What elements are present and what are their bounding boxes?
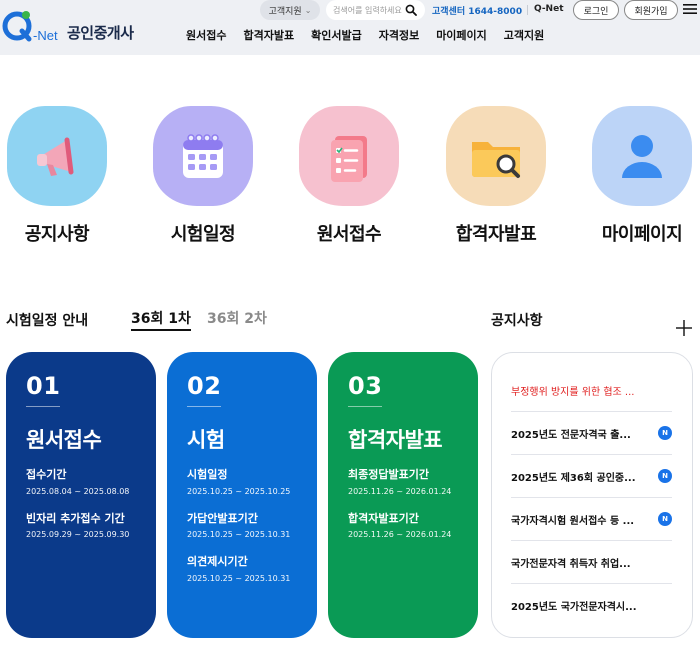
quick-item-schedule[interactable]: 시험일정 xyxy=(143,106,263,246)
nav-item-results[interactable]: 합격자발표 xyxy=(243,27,294,43)
card-item-label: 최종정답발표기간 xyxy=(348,468,429,481)
notice-text: 2025년도 국가전문자격시... xyxy=(511,602,637,613)
notice-text: 2025년도 전문자격국 출... xyxy=(511,429,631,441)
card-item-date: 2025.10.25 ~ 2025.10.31 xyxy=(187,574,291,584)
card-divider xyxy=(187,406,221,407)
qnet-logo[interactable]: -Net xyxy=(2,6,64,48)
notice-text: 2025년도 제36회 공인중... xyxy=(511,472,636,484)
qnet-link[interactable]: Q-Net xyxy=(534,4,564,14)
card-item-label: 합격자발표기간 xyxy=(348,511,419,525)
svg-text:-Net: -Net xyxy=(33,28,58,43)
card-item-label: 의견제시기간 xyxy=(187,555,248,569)
quick-item-bg xyxy=(592,106,692,206)
card-item-date: 2025.10.25 ~ 2025.10.31 xyxy=(187,530,291,540)
quick-item-label: 마이페이지 xyxy=(601,224,683,245)
card-item-label: 접수기간 xyxy=(26,468,67,481)
quick-item-bg xyxy=(446,106,546,206)
card-item-label: 시험일정 xyxy=(187,468,228,481)
card-item-date: 2025.11.26 ~ 2026.01.24 xyxy=(348,486,452,496)
card-item-date: 2025.09.29 ~ 2025.09.30 xyxy=(26,530,130,540)
card-divider xyxy=(348,406,382,407)
chevron-down-icon: ⌄ xyxy=(304,5,312,15)
site-name[interactable]: 공인중개사 xyxy=(67,22,134,43)
tab-round-1[interactable]: 36회 1차 xyxy=(131,308,191,331)
tab-round-2[interactable]: 36회 2차 xyxy=(207,308,267,328)
quick-item-label: 시험일정 xyxy=(170,224,236,245)
card-item-date: 2025.10.25 ~ 2025.10.25 xyxy=(187,486,291,496)
new-badge: N xyxy=(658,469,672,483)
card-divider xyxy=(26,406,60,407)
schedule-title: 시험일정 안내 xyxy=(6,313,89,329)
nav-item-support[interactable]: 고객지원 xyxy=(504,27,544,43)
plus-icon[interactable] xyxy=(676,320,692,336)
notice-item[interactable]: 2025년도 전문자격국 출... N xyxy=(511,412,672,455)
quick-item-bg xyxy=(153,106,253,206)
schedule-card-results[interactable]: 03 합격자발표 최종정답발표기간 2025.11.26 ~ 2026.01.2… xyxy=(328,352,478,638)
quick-item-application[interactable]: 원서접수 xyxy=(289,106,409,246)
folder-search-icon xyxy=(472,142,520,178)
card-number: 02 xyxy=(187,372,222,400)
notice-item[interactable]: 부정행위 방지를 위한 협조 ... xyxy=(511,369,672,412)
card-title: 시험 xyxy=(187,428,225,452)
card-number: 03 xyxy=(348,372,383,400)
card-item-label: 빈자리 추가접수 기간 xyxy=(26,511,125,525)
search-box xyxy=(326,0,425,20)
notice-panel: 부정행위 방지를 위한 협조 ... 2025년도 전문자격국 출... N 2… xyxy=(491,352,693,638)
notice-item[interactable]: 국가전문자격 취득자 취업... xyxy=(511,541,672,584)
site-header: -Net 공인중개사 고객지원 ⌄ 고객센터 1644-8000 Q-Net 로… xyxy=(0,0,700,55)
nav-item-certificate[interactable]: 확인서발급 xyxy=(311,27,362,43)
megaphone-icon xyxy=(37,137,74,176)
quick-menu: 공지사항 시험일정 원서접수 합격자발표 마이페이지 xyxy=(0,106,700,256)
notice-text: 부정행위 방지를 위한 협조 ... xyxy=(511,386,635,398)
card-item-label: 가답안발표기간 xyxy=(187,511,258,525)
notice-item[interactable]: 2025년도 국가전문자격시... xyxy=(511,584,672,627)
main-nav: 원서접수 합격자발표 확인서발급 자격정보 마이페이지 고객지원 xyxy=(186,27,561,43)
quick-item-results[interactable]: 합격자발표 xyxy=(436,106,556,246)
notice-item[interactable]: 2025년도 제36회 공인중... N xyxy=(511,455,672,498)
schedule-card-exam[interactable]: 02 시험 시험일정 2025.10.25 ~ 2025.10.25 가답안발표… xyxy=(167,352,317,638)
card-number: 01 xyxy=(26,372,61,400)
quick-item-mypage[interactable]: 마이페이지 xyxy=(582,106,700,246)
card-item-date: 2025.11.26 ~ 2026.01.24 xyxy=(348,530,452,540)
login-button[interactable]: 로그인 xyxy=(573,0,619,20)
search-icon[interactable] xyxy=(405,4,417,16)
checklist-icon xyxy=(331,136,367,182)
notice-text: 국가전문자격 취득자 취업... xyxy=(511,558,631,570)
quick-item-label: 공지사항 xyxy=(24,224,90,245)
customer-center-phone[interactable]: 고객센터 1644-8000 xyxy=(432,4,522,17)
card-title: 원서접수 xyxy=(26,428,102,452)
card-item-date: 2025.08.04 ~ 2025.08.08 xyxy=(26,486,130,496)
hamburger-menu-icon[interactable] xyxy=(683,3,697,15)
nav-item-application[interactable]: 원서접수 xyxy=(186,27,226,43)
user-icon xyxy=(622,135,662,178)
customer-support-label: 고객지원 xyxy=(268,6,302,17)
calendar-icon xyxy=(183,134,223,178)
quick-item-notice[interactable]: 공지사항 xyxy=(0,106,117,246)
schedule-card-application[interactable]: 01 원서접수 접수기간 2025.08.04 ~ 2025.08.08 빈자리… xyxy=(6,352,156,638)
customer-support-dropdown[interactable]: 고객지원 ⌄ xyxy=(260,0,320,20)
search-input[interactable] xyxy=(333,5,405,15)
notice-title: 공지사항 xyxy=(491,313,543,329)
nav-item-qualification-info[interactable]: 자격정보 xyxy=(379,27,419,43)
notice-text: 국가자격시험 원서접수 등 ... xyxy=(511,515,635,527)
quick-item-label: 원서접수 xyxy=(316,224,382,245)
quick-item-bg xyxy=(7,106,107,206)
divider xyxy=(527,5,528,15)
notice-item[interactable]: 국가자격시험 원서접수 등 ... N xyxy=(511,498,672,541)
quick-item-label: 합격자발표 xyxy=(455,224,537,245)
nav-item-mypage[interactable]: 마이페이지 xyxy=(436,27,487,43)
new-badge: N xyxy=(658,426,672,440)
new-badge: N xyxy=(658,512,672,526)
quick-item-bg xyxy=(299,106,399,206)
join-button[interactable]: 회원가입 xyxy=(624,0,678,20)
card-title: 합격자발표 xyxy=(348,428,443,452)
